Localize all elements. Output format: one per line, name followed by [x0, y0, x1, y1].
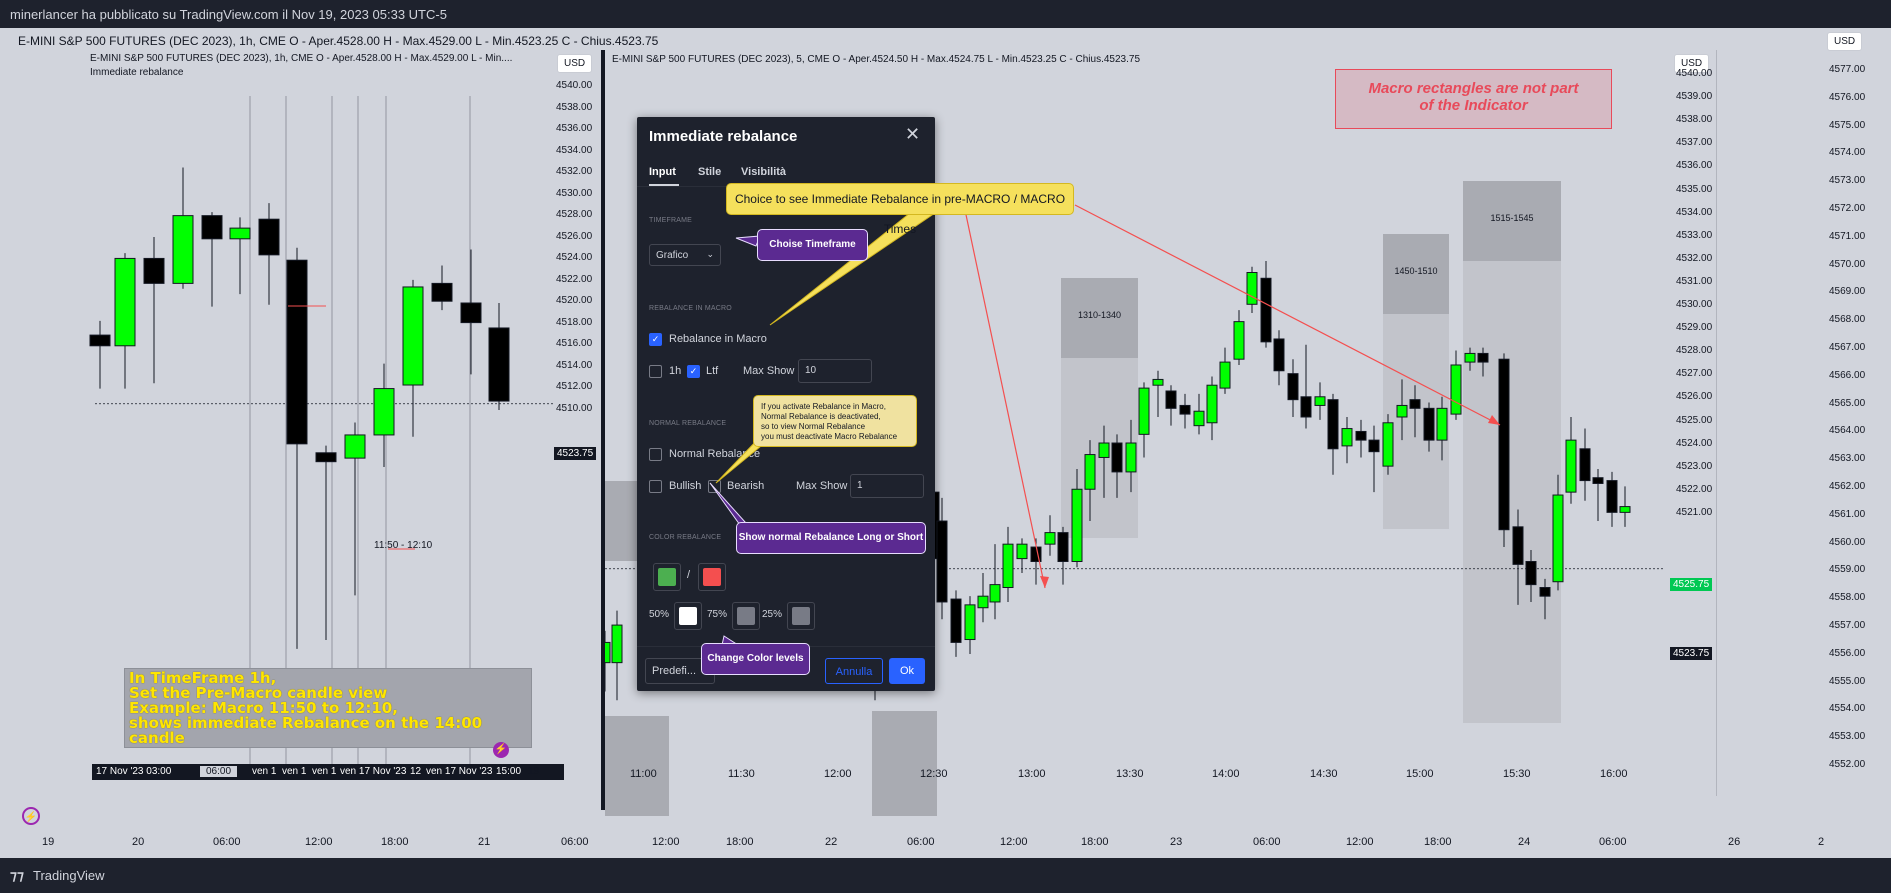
macro-info-line-2: Normal Rebalance is deactivated,: [761, 412, 881, 421]
footer-bar: ⁊⁊ TradingView: [0, 858, 1891, 893]
choice-callout: Choice to see Immediate Rebalance in pre…: [726, 183, 1074, 236]
footer-brand[interactable]: TradingView: [33, 868, 105, 883]
macro-info-line-1: If you activate Rebalance in Macro,: [761, 402, 886, 411]
callout-pointers: [709, 204, 1501, 646]
timeframe-callout: Choise Timeframe: [757, 229, 868, 261]
macro-info-line-3: so to view Normal Rebalance: [761, 422, 866, 431]
tradingview-logo-icon: ⁊⁊: [10, 867, 24, 883]
color-levels-callout: Change Color levels: [701, 643, 810, 675]
macro-info-line-4: you must deactivate Macro Rebalance: [761, 432, 898, 441]
long-short-callout: Show normal Rebalance Long or Short: [736, 522, 926, 554]
macro-info-callout: If you activate Rebalance in Macro, Norm…: [753, 395, 917, 447]
